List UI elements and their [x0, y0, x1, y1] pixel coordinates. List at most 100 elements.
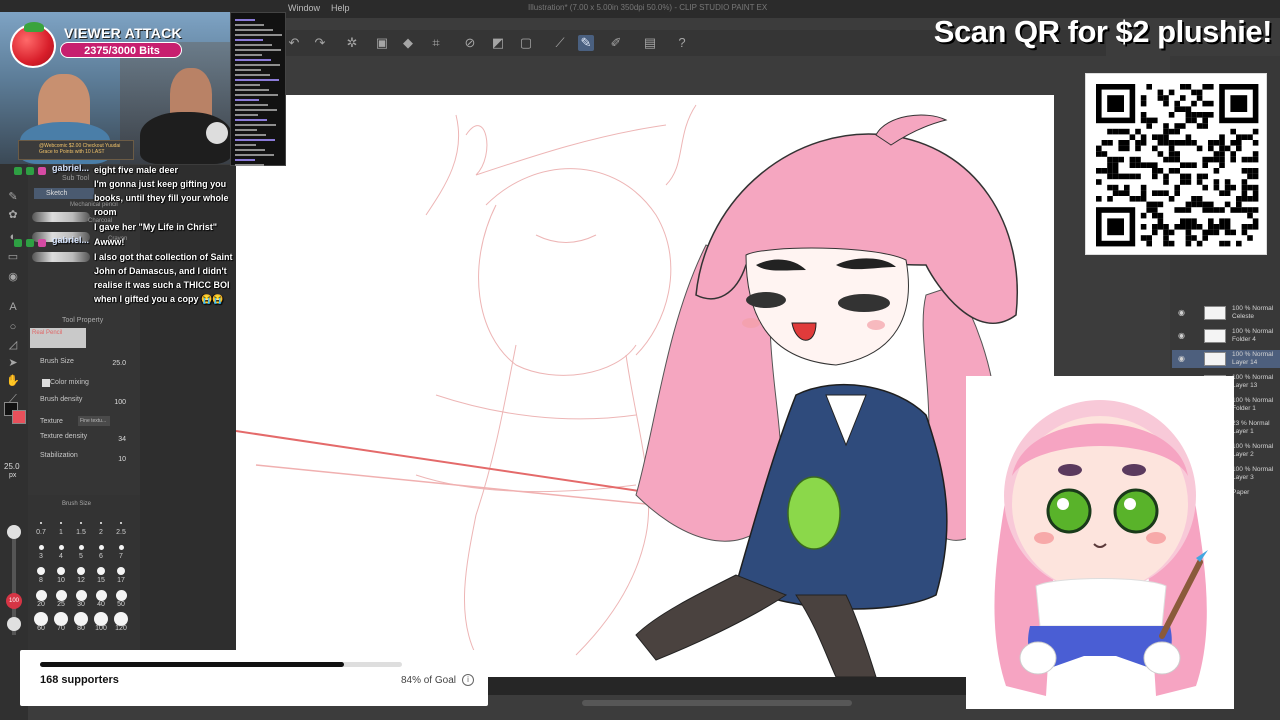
- color-mixing-checkbox[interactable]: [42, 379, 50, 387]
- size-vertical-slider[interactable]: 100: [6, 525, 22, 635]
- layer-row[interactable]: ◉ 100 % Normal Layer 14: [1172, 350, 1280, 368]
- balloon-tool-icon[interactable]: ○: [4, 320, 22, 334]
- brush-size-dot[interactable]: [120, 522, 122, 524]
- qr-module: [1152, 207, 1158, 213]
- qr-module: [1241, 168, 1248, 174]
- brush-size-dot[interactable]: [94, 612, 108, 626]
- stabilization-value[interactable]: 10: [118, 456, 126, 463]
- brush-size-dot[interactable]: [75, 589, 87, 601]
- layer-row[interactable]: ◉ 100 % Normal Celeste: [1172, 304, 1280, 322]
- brush-size-dot[interactable]: [118, 544, 124, 550]
- settings-icon[interactable]: ✲: [344, 35, 360, 51]
- pen-icon[interactable]: ✎: [578, 35, 594, 51]
- mod-badge-icon: [14, 239, 22, 247]
- hand-tool-icon[interactable]: ✋: [4, 374, 22, 388]
- brush-size-dot[interactable]: [80, 522, 82, 524]
- brush-size-dot[interactable]: [60, 522, 62, 524]
- brush-size-dot[interactable]: [40, 522, 42, 524]
- qr-module: [1163, 156, 1169, 163]
- menu-help[interactable]: Help: [331, 3, 350, 13]
- qr-module: [1180, 123, 1186, 129]
- brush-density-value[interactable]: 100: [114, 399, 126, 406]
- brush-size-dot[interactable]: [37, 567, 45, 575]
- brush-size-dot[interactable]: [114, 612, 128, 626]
- qr-module: [1241, 179, 1248, 185]
- texture-select[interactable]: Fine textu...: [78, 416, 110, 426]
- qr-module: [1202, 162, 1208, 168]
- qr-module: [1247, 168, 1253, 174]
- chat-username[interactable]: gabriel...: [52, 235, 89, 245]
- drawing-canvas[interactable]: [235, 95, 1054, 678]
- redo-icon[interactable]: ↷: [312, 35, 328, 51]
- color-swatches[interactable]: [0, 400, 28, 440]
- qr-module: [1196, 89, 1203, 96]
- qr-module: [1252, 184, 1259, 191]
- qr-module: [1107, 162, 1113, 168]
- layer-icon[interactable]: ▤: [642, 35, 658, 51]
- brush-size-dot[interactable]: [57, 567, 65, 575]
- mini-chat-line: [235, 64, 280, 66]
- ruler-icon[interactable]: ⟋: [552, 35, 568, 51]
- qr-module: [1174, 140, 1180, 146]
- eye-icon[interactable]: ◉: [1178, 308, 1185, 317]
- slider-bottom-handle[interactable]: [7, 617, 21, 631]
- brush-size-dot[interactable]: [58, 544, 64, 550]
- chat-username[interactable]: gabriel...: [52, 163, 89, 173]
- eye-icon[interactable]: ◉: [1178, 354, 1185, 363]
- qr-module: [1168, 140, 1175, 146]
- brush-size-dot[interactable]: [38, 544, 44, 550]
- info-icon[interactable]: i: [462, 674, 474, 686]
- brush-size-palette-title: Brush Size: [62, 501, 92, 507]
- brush-size-dot[interactable]: [97, 567, 105, 575]
- qr-module: [1241, 134, 1248, 140]
- mini-chat-line: [235, 34, 282, 36]
- size-readout: 25.0: [4, 462, 20, 471]
- sub-color-swatch[interactable]: [12, 410, 26, 424]
- menu-window[interactable]: Window: [288, 3, 320, 13]
- qr-module: [1236, 140, 1242, 146]
- help-icon[interactable]: ?: [674, 35, 690, 51]
- eye-icon[interactable]: ◉: [1178, 331, 1185, 340]
- qr-module: [1168, 240, 1175, 247]
- crop-icon[interactable]: ◩: [490, 35, 506, 51]
- qr-module: [1224, 224, 1231, 230]
- qr-module: [1185, 84, 1192, 90]
- brush-size-dot[interactable]: [95, 589, 107, 601]
- qr-module: [1185, 117, 1192, 124]
- qr-module: [1107, 168, 1113, 174]
- frame-tool-icon[interactable]: ◿: [4, 338, 22, 352]
- brush-size-dot[interactable]: [34, 612, 48, 626]
- brush-size-dot[interactable]: [54, 612, 68, 626]
- qr-module: [1213, 140, 1220, 146]
- qr-module: [1152, 212, 1158, 219]
- undo-icon[interactable]: ↶: [286, 35, 302, 51]
- qr-module: [1096, 168, 1102, 174]
- brush-size-dot[interactable]: [78, 544, 84, 550]
- horizontal-scrollbar[interactable]: [582, 700, 852, 706]
- texture-density-value[interactable]: 34: [118, 436, 126, 443]
- brush-size-dot[interactable]: [74, 612, 88, 626]
- brush-size-dot[interactable]: [55, 589, 67, 601]
- slider-top-handle[interactable]: [7, 525, 21, 539]
- clear-icon[interactable]: ▣: [374, 35, 390, 51]
- brush-size-dot[interactable]: [77, 567, 85, 575]
- brush-size-dot[interactable]: [35, 589, 47, 601]
- qr-module: [1163, 134, 1169, 140]
- layer-row[interactable]: ◉ 100 % Normal Folder 4: [1172, 327, 1280, 345]
- brush-size-dot[interactable]: [98, 544, 104, 550]
- qr-module: [1140, 196, 1147, 202]
- transform-icon[interactable]: ⌗: [428, 35, 444, 51]
- select-icon[interactable]: ▢: [518, 35, 534, 51]
- fill-icon[interactable]: ◆: [400, 35, 416, 51]
- qr-module: [1096, 145, 1102, 152]
- qr-code[interactable]: [1085, 73, 1267, 255]
- layer-meta: 100 % Normal Layer 2: [1232, 443, 1274, 458]
- brush-size-dot[interactable]: [115, 589, 127, 601]
- brush-size-dot[interactable]: [100, 522, 102, 524]
- brush-size-value[interactable]: 25.0: [112, 360, 126, 367]
- deselect-icon[interactable]: ⊘: [462, 35, 478, 51]
- select-arrow-icon[interactable]: ➤: [4, 356, 22, 370]
- mini-chat-line: [235, 109, 277, 111]
- brush-size-dot[interactable]: [117, 567, 125, 575]
- pencil-icon[interactable]: ✐: [608, 35, 624, 51]
